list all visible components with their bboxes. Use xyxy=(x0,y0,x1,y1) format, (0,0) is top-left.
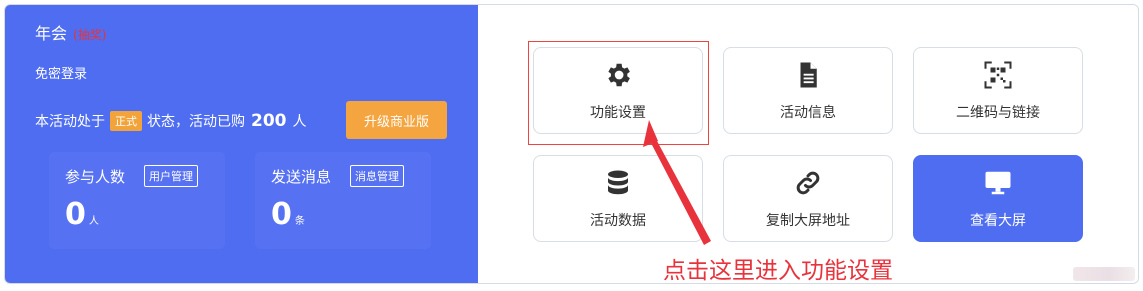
upgrade-button[interactable]: 升级商业版 xyxy=(346,101,447,139)
messages-card: 发送消息 消息管理 0条 xyxy=(255,152,431,249)
feature-screen-card[interactable]: 查看大屏 xyxy=(913,155,1083,242)
activity-summary: 年会 (抽奖) 免密登录 本活动处于 正式 状态，活动已购 200 人 升级商业版… xyxy=(5,5,478,283)
feature-info-label: 活动信息 xyxy=(780,104,836,121)
purchased-count: 200 xyxy=(251,111,287,131)
participants-number: 0 xyxy=(65,197,86,232)
feature-data-label: 活动数据 xyxy=(590,212,646,229)
event-tag: (抽奖) xyxy=(73,28,107,42)
link-icon xyxy=(796,171,820,194)
status-line: 本活动处于 正式 状态，活动已购 200 人 xyxy=(35,111,307,131)
watermark xyxy=(1073,267,1135,281)
activity-panel: 年会 (抽奖) 免密登录 本活动处于 正式 状态，活动已购 200 人 升级商业版… xyxy=(4,4,1139,284)
status-badge: 正式 xyxy=(110,111,142,131)
feature-link-label: 复制大屏地址 xyxy=(766,212,850,229)
document-icon xyxy=(800,62,817,87)
feature-link-card[interactable]: 复制大屏地址 xyxy=(723,155,893,242)
user-management-button[interactable]: 用户管理 xyxy=(144,165,198,187)
login-mode: 免密登录 xyxy=(35,67,88,82)
messages-value: 0条 xyxy=(271,197,305,232)
event-title: 年会 (抽奖) xyxy=(35,20,106,44)
annotation-text: 点击这里进入功能设置 xyxy=(663,258,893,284)
participants-value: 0人 xyxy=(65,197,99,232)
feature-info-card[interactable]: 活动信息 xyxy=(723,47,893,134)
message-management-button[interactable]: 消息管理 xyxy=(350,165,404,187)
messages-number: 0 xyxy=(271,197,292,232)
database-icon xyxy=(608,170,628,194)
status-suffix: 人 xyxy=(292,114,307,130)
feature-qrcode-label: 二维码与链接 xyxy=(956,104,1040,121)
qrcode-icon xyxy=(984,61,1012,88)
participants-card: 参与人数 用户管理 0人 xyxy=(49,152,225,249)
feature-data-card[interactable]: 活动数据 xyxy=(533,155,703,242)
participants-unit: 人 xyxy=(88,216,99,227)
event-title-text: 年会 xyxy=(35,24,68,43)
status-middle: 状态，活动已购 xyxy=(147,114,245,130)
messages-unit: 条 xyxy=(294,216,305,227)
feature-qrcode-card[interactable]: 二维码与链接 xyxy=(913,47,1083,134)
messages-label: 发送消息 xyxy=(271,168,332,186)
annotation-highlight-box xyxy=(528,41,709,145)
participants-label: 参与人数 xyxy=(65,168,126,186)
monitor-icon xyxy=(985,171,1011,194)
status-prefix: 本活动处于 xyxy=(35,114,105,130)
feature-screen-label: 查看大屏 xyxy=(970,212,1026,229)
